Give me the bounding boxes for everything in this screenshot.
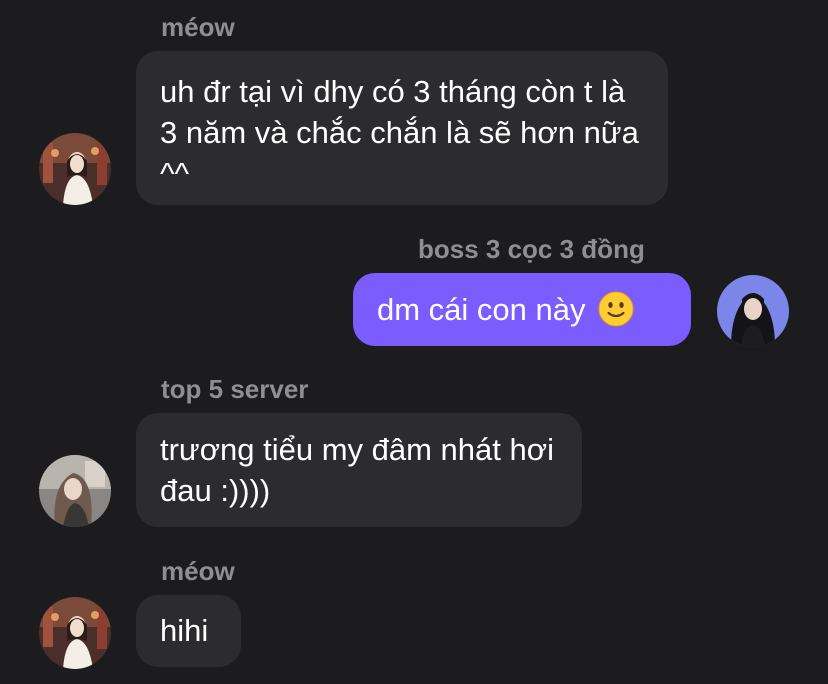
message-text: uh đr tại vì dhy có 3 tháng còn t là 3 n…	[160, 74, 639, 191]
message-text: hihi	[160, 613, 209, 648]
sender-name: top 5 server	[161, 374, 309, 404]
slightly-smiling-face-icon	[598, 291, 634, 327]
message-bubble[interactable]: trương tiểu my đâm nhát hơi đau :))))	[136, 413, 582, 527]
sender-name: méow	[161, 556, 235, 586]
avatar[interactable]	[39, 133, 111, 205]
profile-photo-icon	[39, 597, 111, 669]
sender-name: boss 3 cọc 3 đồng	[418, 234, 645, 264]
message-text: trương tiểu my đâm nhát hơi đau :))))	[160, 432, 554, 508]
avatar[interactable]	[39, 597, 111, 669]
profile-photo-icon	[39, 455, 111, 527]
profile-photo-icon	[717, 275, 789, 347]
sender-name: méow	[161, 12, 235, 42]
message-bubble[interactable]: uh đr tại vì dhy có 3 tháng còn t là 3 n…	[136, 51, 668, 205]
profile-photo-icon	[39, 133, 111, 205]
message-bubble[interactable]: hihi	[136, 595, 241, 667]
message-bubble[interactable]: dm cái con này	[353, 273, 691, 346]
avatar[interactable]	[717, 275, 789, 347]
avatar[interactable]	[39, 455, 111, 527]
message-text: dm cái con này	[377, 292, 586, 327]
